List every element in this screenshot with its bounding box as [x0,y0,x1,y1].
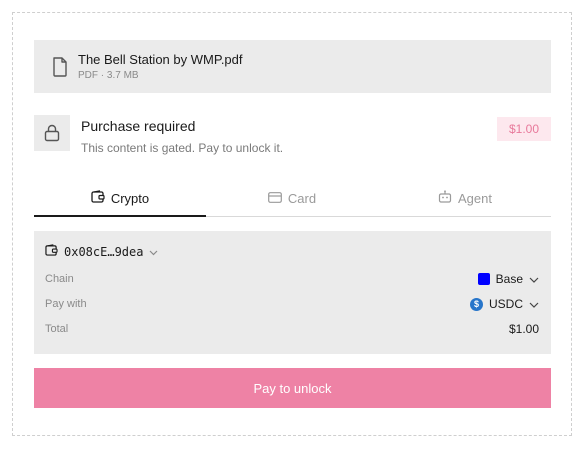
wallet-address: 0x08cE…9dea [64,245,144,259]
active-tab-indicator [34,215,206,217]
tab-card[interactable]: Card [206,180,378,216]
wallet-icon [45,243,58,261]
file-icon [52,57,68,77]
base-chain-icon [477,273,490,285]
payment-method-tabs: Crypto Card Agent [34,180,551,217]
chain-value: Base [495,272,523,286]
file-card: The Bell Station by WMP.pdf PDF · 3.7 MB [34,40,551,93]
total-label: Total [45,323,69,335]
tab-card-label: Card [287,190,317,206]
total-value: $1.00 [508,322,539,336]
file-name: The Bell Station by WMP.pdf [78,52,243,67]
token-selector[interactable]: $ USDC [469,297,539,311]
price-badge: $1.00 [497,117,551,141]
chevron-down-icon [529,272,539,286]
credit-card-icon [268,191,282,206]
file-meta: PDF · 3.7 MB [78,70,139,81]
tab-agent[interactable]: Agent [379,180,551,216]
usdc-icon: $ [469,297,483,311]
pay-with-label: Pay with [45,298,87,310]
tab-agent-label: Agent [458,190,492,206]
chain-selector[interactable]: Base [477,272,539,286]
pay-to-unlock-button[interactable]: Pay to unlock [34,368,551,408]
wallet-icon [91,190,105,206]
purchase-title: Purchase required [81,118,196,134]
wallet-selector[interactable]: 0x08cE…9dea [45,243,158,261]
chain-label: Chain [45,273,74,285]
chevron-down-icon [529,297,539,311]
purchase-subtitle: This content is gated. Pay to unlock it. [81,141,284,155]
token-value: USDC [488,297,523,311]
lock-badge [34,115,70,151]
tab-crypto-label: Crypto [110,190,150,206]
chevron-down-icon [149,243,158,261]
tab-crypto[interactable]: Crypto [34,180,206,216]
payment-panel: 0x08cE…9dea Chain Base Pay with $ USDC T… [34,231,551,354]
robot-icon [438,190,452,206]
